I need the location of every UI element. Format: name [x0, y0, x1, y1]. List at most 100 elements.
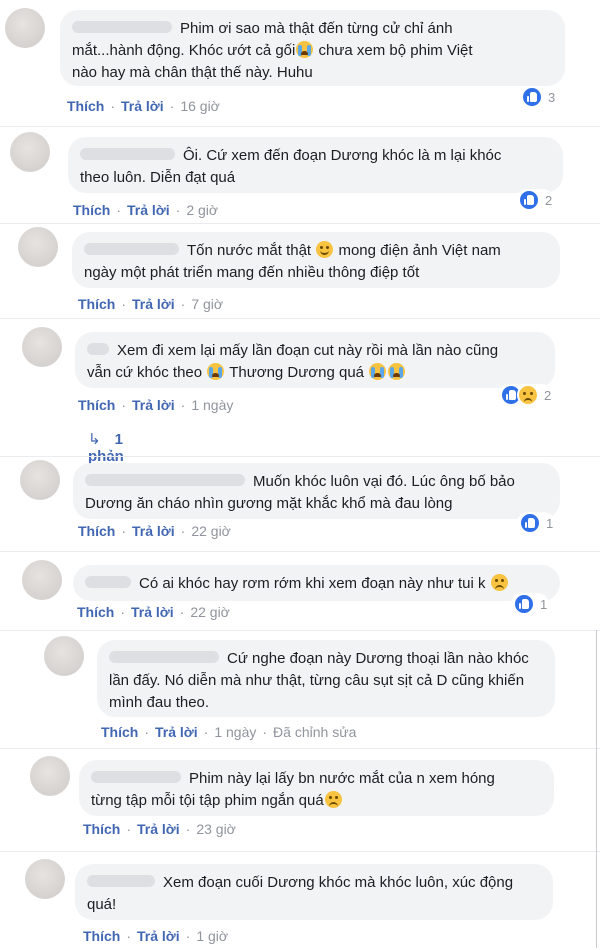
avatar[interactable] [22, 327, 62, 367]
blurred-author-name[interactable] [80, 148, 175, 161]
avatar[interactable] [5, 8, 45, 48]
reply-button[interactable]: Trả lời [131, 604, 174, 620]
separator: · [126, 821, 132, 837]
like-button[interactable]: Thích [101, 724, 138, 740]
reaction-summary[interactable]: 2 [498, 384, 554, 406]
reaction-summary[interactable]: 3 [519, 86, 558, 108]
reply-button[interactable]: Trả lời [127, 202, 170, 218]
blurred-author-name[interactable] [91, 771, 181, 784]
blurred-author-name[interactable] [87, 875, 155, 888]
comment-text: lần đấy. Nó diễn mà như thật, từng câu s… [109, 672, 525, 689]
comment-time[interactable]: 7 giờ [191, 296, 223, 312]
comment-bubble: Tốn nước mắt thật mong điện ảnh Việt nam… [72, 232, 560, 288]
avatar[interactable] [22, 560, 62, 600]
like-button[interactable]: Thích [78, 397, 115, 413]
blurred-author-name[interactable] [72, 21, 172, 34]
comment-actions: Thích · Trả lời · 23 giờ [83, 821, 236, 837]
comment-text: Xem đoạn cuối Dương khóc mà khóc luôn, x… [163, 874, 514, 891]
reaction-count: 3 [548, 89, 556, 105]
comment-time[interactable]: 16 giờ [180, 98, 220, 114]
comment-text: vẫn cứ khóc theo [87, 364, 203, 381]
comment-text: mắt...hành động. Khóc ướt cả gối [72, 42, 296, 59]
reply-button[interactable]: Trả lời [132, 296, 175, 312]
avatar[interactable] [25, 859, 65, 899]
blurred-author-name[interactable] [84, 243, 179, 256]
reply-arrow-icon: ↳ [88, 431, 101, 448]
scrollbar-track[interactable] [596, 630, 597, 948]
comment-text: Tốn nước mắt thật [187, 242, 312, 259]
like-button[interactable]: Thích [67, 98, 104, 114]
comment-text: Phim này lại lấy bn nước mắt của n xem h… [189, 770, 495, 787]
like-button[interactable]: Thích [78, 296, 115, 312]
crying-emoji-icon [369, 363, 387, 380]
crying-emoji-icon [207, 363, 225, 380]
comment-bubble: Xem đoạn cuối Dương khóc mà khóc luôn, x… [75, 864, 553, 920]
comment-time[interactable]: 22 giờ [190, 604, 230, 620]
smile-emoji-icon [316, 241, 334, 258]
separator: · [110, 98, 116, 114]
divider [0, 318, 600, 319]
reaction-summary[interactable]: 1 [517, 512, 556, 534]
comment-time[interactable]: 1 giờ [196, 928, 228, 944]
separator: · [180, 523, 186, 539]
reply-button[interactable]: Trả lời [155, 724, 198, 740]
comment-time[interactable]: 1 ngày [214, 724, 256, 740]
like-button[interactable]: Thích [83, 928, 120, 944]
reaction-count: 1 [540, 596, 548, 612]
comment-time[interactable]: 1 ngày [191, 397, 233, 413]
comment-text: Dương ăn cháo nhìn gương mặt khắc khổ mà… [85, 495, 453, 512]
reaction-summary[interactable]: 2 [516, 189, 555, 211]
comment-text: chưa xem bộ phim Việt [318, 42, 473, 59]
separator: · [126, 928, 132, 944]
divider [0, 748, 600, 749]
comment-bubble: Xem đi xem lại mấy lần đoạn cut này rồi … [75, 332, 555, 388]
comment-actions: Thích · Trả lời · 22 giờ [77, 604, 230, 620]
blurred-author-name[interactable] [109, 651, 219, 664]
comment-text: Phim ơi sao mà thật đến từng cử chỉ ánh [180, 20, 453, 37]
reply-button[interactable]: Trả lời [132, 523, 175, 539]
reply-button[interactable]: Trả lời [121, 98, 164, 114]
separator: · [121, 523, 127, 539]
divider [0, 630, 600, 631]
separator: · [262, 724, 268, 740]
comment-text: Xem đi xem lại mấy lần đoạn cut này rồi … [117, 342, 499, 359]
avatar[interactable] [20, 460, 60, 500]
like-button[interactable]: Thích [73, 202, 110, 218]
reply-button[interactable]: Trả lời [132, 397, 175, 413]
blurred-author-name[interactable] [87, 343, 109, 356]
divider [0, 223, 600, 224]
comment-time[interactable]: 22 giờ [191, 523, 231, 539]
separator: · [169, 98, 175, 114]
reaction-summary[interactable]: 1 [511, 593, 550, 615]
comment-text: mình đau theo. [109, 694, 210, 711]
reply-button[interactable]: Trả lời [137, 821, 180, 837]
avatar[interactable] [30, 756, 70, 796]
like-button[interactable]: Thích [77, 604, 114, 620]
comment-time[interactable]: 2 giờ [186, 202, 218, 218]
reply-button[interactable]: Trả lời [137, 928, 180, 944]
comment-bubble: Phim ơi sao mà thật đến từng cử chỉ ánh … [60, 10, 565, 86]
separator: · [203, 724, 209, 740]
comment-text: Muốn khóc luôn vại đó. Lúc ông bố bảo [253, 473, 515, 490]
comment-bubble: Muốn khóc luôn vại đó. Lúc ông bố bảo Dư… [73, 463, 560, 519]
comment-time[interactable]: 23 giờ [196, 821, 236, 837]
avatar[interactable] [10, 132, 50, 172]
reaction-count: 2 [545, 192, 553, 208]
like-button[interactable]: Thích [78, 523, 115, 539]
comment-text: Cứ nghe đoạn này Dương thoại lần nào khó… [227, 650, 529, 667]
separator: · [180, 397, 186, 413]
comment-text: Ôi. Cứ xem đến đoạn Dương khóc là m lại … [183, 147, 502, 164]
separator: · [180, 296, 186, 312]
avatar[interactable] [44, 636, 84, 676]
blurred-author-name[interactable] [85, 474, 245, 487]
comment-text: quá! [87, 896, 117, 913]
like-button[interactable]: Thích [83, 821, 120, 837]
separator: · [121, 397, 127, 413]
separator: · [179, 604, 185, 620]
like-icon [521, 86, 543, 108]
like-icon [513, 593, 535, 615]
divider [0, 851, 600, 852]
edited-label[interactable]: Đã chỉnh sửa [273, 724, 356, 740]
avatar[interactable] [18, 227, 58, 267]
blurred-author-name[interactable] [85, 576, 131, 589]
